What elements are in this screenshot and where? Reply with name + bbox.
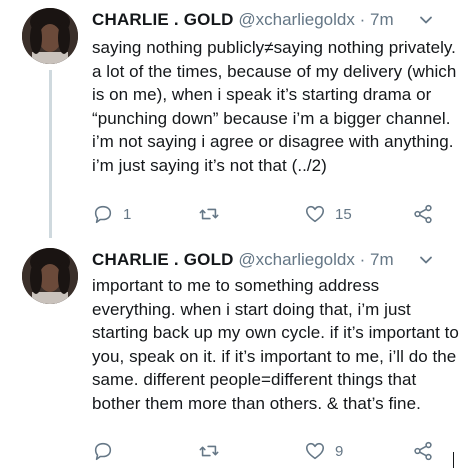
tweet-1[interactable]: CHARLIE . GOLD @xcharliegoldx · 7m sayin… (0, 8, 475, 238)
thread-line (49, 70, 52, 238)
timestamp[interactable]: 7m (370, 10, 394, 29)
separator-dot: · (359, 250, 366, 269)
like-icon (305, 205, 325, 223)
display-name[interactable]: CHARLIE . GOLD (92, 10, 234, 29)
retweet-icon (199, 445, 219, 457)
text-cursor (453, 452, 454, 468)
tweet-text: important to me to something address eve… (92, 276, 459, 413)
display-name[interactable]: CHARLIE . GOLD (92, 250, 234, 269)
tweet-actions: 1 15 (92, 200, 452, 228)
tweet-header: CHARLIE . GOLD @xcharliegoldx · 7m (92, 8, 394, 32)
tweet-header: CHARLIE . GOLD @xcharliegoldx · 7m (92, 248, 394, 272)
retweet-button[interactable] (198, 437, 229, 465)
timestamp[interactable]: 7m (370, 250, 394, 269)
reply-button[interactable]: 1 (92, 200, 131, 228)
reply-icon (94, 442, 112, 461)
share-icon (414, 441, 432, 461)
like-count: 9 (335, 442, 344, 460)
share-icon (414, 204, 432, 224)
like-count: 15 (335, 205, 352, 223)
retweet-icon (199, 208, 219, 220)
share-button[interactable] (412, 200, 434, 228)
chevron-down-icon[interactable] (418, 12, 434, 28)
separator-dot: · (359, 10, 366, 29)
share-button[interactable] (412, 437, 434, 465)
tweet-2[interactable]: CHARLIE . GOLD @xcharliegoldx · 7m impor… (0, 248, 475, 471)
like-button[interactable]: 9 (304, 437, 343, 465)
chevron-down-icon[interactable] (418, 252, 434, 268)
like-icon (305, 442, 325, 460)
retweet-button[interactable] (198, 200, 229, 228)
tweet-text: saying nothing publicly≠saying nothing p… (92, 38, 457, 175)
reply-count: 1 (123, 205, 132, 223)
user-handle[interactable]: @xcharliegoldx (238, 250, 354, 269)
avatar[interactable] (22, 248, 78, 304)
user-handle[interactable]: @xcharliegoldx (238, 10, 354, 29)
reply-button[interactable] (92, 437, 123, 465)
avatar[interactable] (22, 8, 78, 64)
reply-icon (94, 205, 112, 224)
tweet-actions: 9 (92, 437, 452, 465)
like-button[interactable]: 15 (304, 200, 352, 228)
